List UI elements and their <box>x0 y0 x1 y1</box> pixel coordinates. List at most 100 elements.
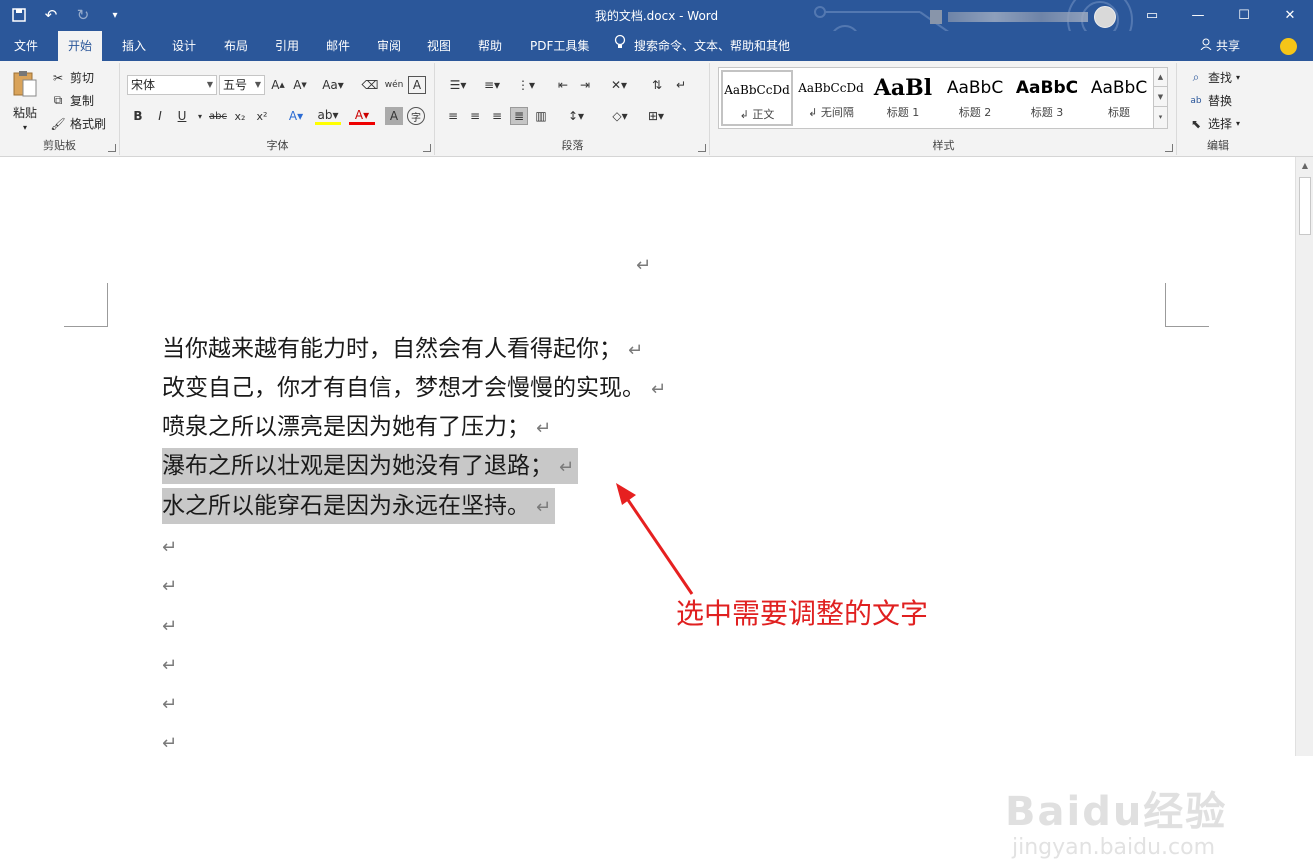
copy-button[interactable]: ⧉ 复制 <box>50 92 94 109</box>
tell-me-search[interactable]: 搜索命令、文本、帮助和其他 <box>614 31 790 61</box>
font-name-value: 宋体 <box>131 78 156 92</box>
paste-button[interactable]: 粘贴 ▾ <box>10 69 40 132</box>
lightbulb-icon <box>614 31 626 61</box>
format-painter-button[interactable]: 🖌 格式刷 <box>50 115 106 132</box>
character-shading-icon[interactable]: A <box>385 107 403 125</box>
style-no-spacing[interactable]: AaBbCcDd ↲ 无间隔 <box>795 70 867 126</box>
feedback-smiley-icon[interactable] <box>1280 38 1297 55</box>
distributed-icon[interactable]: ▥ <box>532 107 550 125</box>
change-case-icon[interactable]: Aa▾ <box>319 76 347 94</box>
gallery-more-icon[interactable]: ▾ <box>1154 106 1167 126</box>
tab-design[interactable]: 设计 <box>162 31 206 61</box>
baidu-watermark-url: jingyan.baidu.com <box>1012 835 1216 860</box>
subscript-icon[interactable]: x₂ <box>231 107 249 125</box>
font-name-combo[interactable]: 宋体 ▼ <box>127 75 217 95</box>
scroll-up-icon[interactable]: ▲ <box>1296 161 1313 170</box>
tab-file[interactable]: 文件 <box>4 31 48 61</box>
font-size-combo[interactable]: 五号 ▼ <box>219 75 265 95</box>
highlight-icon[interactable]: ab▾ <box>315 107 341 125</box>
paragraph-launcher-icon[interactable] <box>698 144 706 152</box>
replace-button[interactable]: ab 替换 <box>1188 92 1232 109</box>
gallery-scroll[interactable]: ▲ ▼ ▾ <box>1153 68 1167 128</box>
sort-icon[interactable]: ⇅ <box>648 76 666 94</box>
maximize-icon[interactable]: ☐ <box>1221 0 1267 31</box>
selected-text-line[interactable]: 瀑布之所以壮观是因为她没有了退路； ↵ <box>162 448 579 484</box>
chevron-down-icon: ▾ <box>1236 119 1241 128</box>
text-line[interactable]: 喷泉之所以漂亮是因为她有了压力； ↵ <box>162 409 551 445</box>
replace-icon: ab <box>1190 95 1202 106</box>
decrease-indent-icon[interactable]: ⇤ <box>554 76 572 94</box>
share-button[interactable]: 共享 <box>1200 31 1240 61</box>
tab-view[interactable]: 视图 <box>417 31 461 61</box>
bold-icon[interactable]: B <box>129 107 147 125</box>
tab-layout[interactable]: 布局 <box>214 31 258 61</box>
numbering-icon[interactable]: ≡▾ <box>478 76 506 94</box>
italic-icon[interactable]: I <box>151 107 169 125</box>
text-effects-icon[interactable]: A▾ <box>283 107 309 125</box>
style-heading-2[interactable]: AaBbC 标题 2 <box>939 70 1011 126</box>
align-right-icon[interactable]: ≡ <box>488 107 506 125</box>
align-left-icon[interactable]: ≡ <box>444 107 462 125</box>
vertical-scrollbar[interactable]: ▲ <box>1295 157 1313 756</box>
style-sample: AaBl <box>873 75 933 101</box>
tab-review[interactable]: 审阅 <box>367 31 411 61</box>
select-button[interactable]: ⬉ 选择 ▾ <box>1188 115 1240 132</box>
scroll-thumb[interactable] <box>1299 177 1311 235</box>
chinese-layout-icon[interactable]: ✕▾ <box>606 76 632 94</box>
minimize-icon[interactable]: — <box>1175 0 1221 31</box>
font-launcher-icon[interactable] <box>423 144 431 152</box>
chevron-down-icon: ▾ <box>1236 73 1241 82</box>
style-title[interactable]: AaBbC 标题 <box>1083 70 1155 126</box>
strikethrough-icon[interactable]: abc <box>207 107 229 125</box>
shading-icon[interactable]: ◇▾ <box>606 107 634 125</box>
ribbon: 粘贴 ▾ ✂ 剪切 ⧉ 复制 🖌 格式刷 剪贴板 宋体 ▼ 五号 ▼ A ▲ A ▼ A… <box>0 61 1313 157</box>
style-normal[interactable]: AaBbCcDd ↲ 正文 <box>721 70 793 126</box>
tab-home[interactable]: 开始 <box>58 31 103 61</box>
paste-dropdown-icon[interactable]: ▾ <box>23 123 27 132</box>
paragraph-mark: ↵ <box>628 340 644 361</box>
style-heading-3[interactable]: AaBbC 标题 3 <box>1011 70 1083 126</box>
tab-mailings[interactable]: 邮件 <box>316 31 360 61</box>
tab-help[interactable]: 帮助 <box>468 31 512 61</box>
align-center-icon[interactable]: ≡ <box>466 107 484 125</box>
underline-icon[interactable]: U <box>173 107 191 125</box>
increase-indent-icon[interactable]: ⇥ <box>576 76 594 94</box>
clear-formatting-icon[interactable]: ⌫ <box>361 76 379 94</box>
gallery-up-icon[interactable]: ▲ <box>1154 68 1167 86</box>
selected-text-line[interactable]: 水之所以能穿石是因为永远在坚持。 ↵ <box>162 488 556 524</box>
multilevel-list-icon[interactable]: ⋮▾ <box>512 76 540 94</box>
tab-pdf-tools[interactable]: PDF工具集 <box>520 31 599 61</box>
phonetic-guide-icon[interactable]: wén <box>385 76 404 94</box>
text-line[interactable]: 当你越来越有能力时，自然会有人看得起你； ↵ <box>162 331 643 367</box>
tab-insert[interactable]: 插入 <box>112 31 156 61</box>
line-spacing-icon[interactable]: ↕▾ <box>562 107 590 125</box>
superscript-icon[interactable]: x² <box>253 107 271 125</box>
grow-font-icon[interactable]: A ▲ <box>269 76 287 94</box>
shrink-font-icon[interactable]: A ▼ <box>291 76 309 94</box>
find-button[interactable]: ⌕ 查找 ▾ <box>1188 69 1240 86</box>
bullets-icon[interactable]: ☰▾ <box>444 76 472 94</box>
editing-group: ⌕ 查找 ▾ ab 替换 ⬉ 选择 ▾ 编辑 <box>1178 63 1258 155</box>
ribbon-display-options-icon[interactable]: ▭ <box>1129 0 1175 31</box>
font-color-icon[interactable]: A▾ <box>349 107 375 125</box>
clipboard-group: 粘贴 ▾ ✂ 剪切 ⧉ 复制 🖌 格式刷 剪贴板 <box>0 63 120 155</box>
document-canvas[interactable]: ↵ 当你越来越有能力时，自然会有人看得起你； ↵ 改变自己，你才有自信，梦想才会慢… <box>0 157 1295 860</box>
text-line[interactable]: 改变自己，你才有自信，梦想才会慢慢的实现。 ↵ <box>162 370 666 406</box>
enclose-character-icon[interactable]: 字 <box>407 107 425 125</box>
style-sample: AaBbC <box>1015 78 1079 98</box>
clipboard-launcher-icon[interactable] <box>108 144 116 152</box>
justify-icon[interactable]: ≣ <box>510 107 528 125</box>
style-heading-1[interactable]: AaBl 标题 1 <box>867 70 939 126</box>
show-marks-icon[interactable]: ↵ <box>672 76 690 94</box>
close-icon[interactable]: ✕ <box>1267 0 1313 31</box>
tab-references[interactable]: 引用 <box>265 31 309 61</box>
borders-icon[interactable]: ⊞▾ <box>642 107 670 125</box>
gallery-down-icon[interactable]: ▼ <box>1154 86 1167 106</box>
user-account[interactable] <box>930 6 1116 28</box>
chevron-down-icon: ▼ <box>206 80 213 89</box>
character-border-icon[interactable]: A <box>408 76 426 94</box>
styles-launcher-icon[interactable] <box>1165 144 1173 152</box>
tell-me-text: 搜索命令、文本、帮助和其他 <box>634 39 791 53</box>
avatar[interactable] <box>1094 6 1116 28</box>
cut-button[interactable]: ✂ 剪切 <box>50 69 94 86</box>
